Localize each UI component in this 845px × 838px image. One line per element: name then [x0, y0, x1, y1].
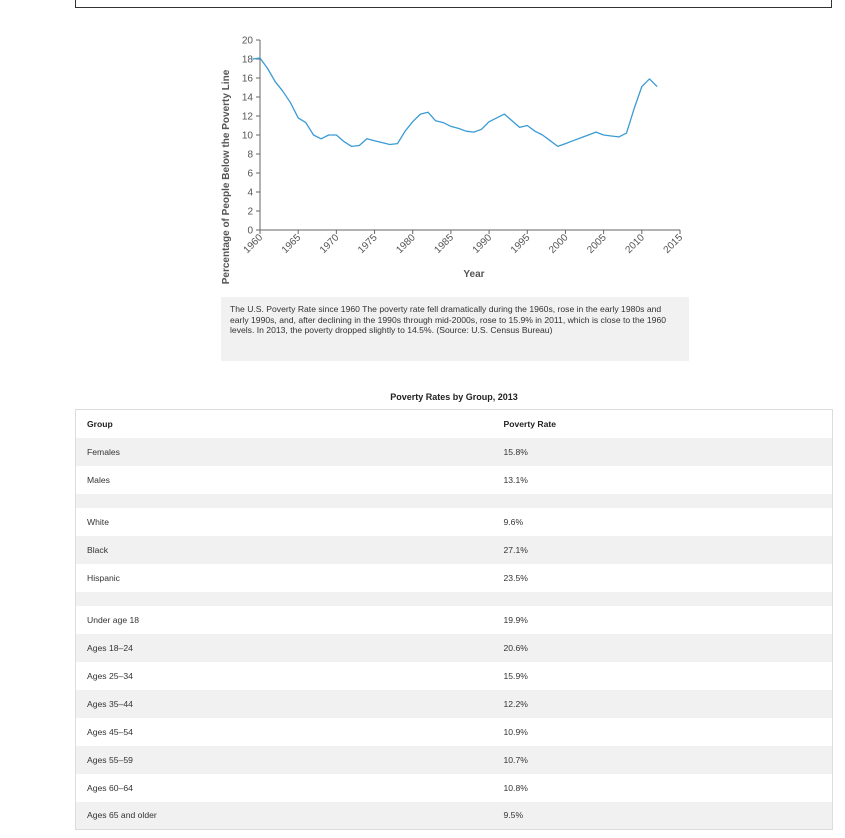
poverty-rate-cell: 9.6%: [503, 507, 833, 536]
group-cell: White: [75, 507, 504, 536]
group-cell: Hispanic: [75, 563, 504, 592]
y-tick-label: 20: [242, 36, 254, 47]
y-tick-label: 16: [242, 74, 254, 85]
group-cell: Ages 18–24: [75, 633, 504, 662]
poverty-rates-table: Group Poverty Rate Females 15.8% Males 13.1…: [75, 409, 833, 830]
table-row: Ages 25–34 15.9%: [75, 661, 833, 690]
x-tick-label: 2010: [623, 232, 647, 256]
poverty-rate-cell: 19.9%: [503, 605, 833, 634]
spacer-cell: [75, 591, 833, 606]
table-row: Under age 18 19.9%: [75, 605, 833, 634]
table-row: White 9.6%: [75, 507, 833, 536]
poverty-rate-cell: 9.5%: [503, 801, 833, 830]
x-tick-label: 2005: [585, 232, 609, 256]
table-row: Ages 45–54 10.9%: [75, 717, 833, 746]
group-cell: Ages 65 and older: [75, 801, 504, 830]
poverty-rate-cell: 15.9%: [503, 661, 833, 690]
table-row: Hispanic 23.5%: [75, 563, 833, 592]
poverty-rate-cell: 20.6%: [503, 633, 833, 662]
table-row: Ages 18–24 20.6%: [75, 633, 833, 662]
group-cell: Ages 35–44: [75, 689, 504, 718]
spacer-cell: [75, 493, 833, 508]
group-cell: Ages 25–34: [75, 661, 504, 690]
x-axis-label: Year: [463, 269, 484, 280]
table-row: Ages 65 and older 9.5%: [75, 801, 833, 830]
y-tick-label: 10: [242, 131, 254, 142]
poverty-rate-line-chart: 0 2 4 6 8 10 12 14 16 18 20 1960 1965 1970 1975 1980 198…: [221, 36, 686, 285]
poverty-rate-cell: 12.2%: [503, 689, 833, 718]
y-tick-label: 8: [247, 150, 253, 161]
x-tick-label: 1990: [471, 232, 495, 256]
y-tick-label: 6: [247, 169, 253, 180]
poverty-rate-cell: 13.1%: [503, 465, 833, 494]
x-tick-label: 1980: [394, 232, 418, 256]
x-tick-label: 2015: [662, 232, 686, 256]
x-tick-label: 1985: [433, 232, 457, 256]
y-axis-label: Percentage of People Below the Poverty L…: [221, 69, 232, 284]
top-frame-border: [75, 0, 832, 8]
group-cell: Under age 18: [75, 605, 504, 634]
y-tick-label: 2: [247, 207, 253, 218]
table-section-spacer: [75, 591, 833, 606]
header-poverty-rate: Poverty Rate: [503, 409, 833, 438]
poverty-rate-cell: 23.5%: [503, 563, 833, 592]
chart-caption: The U.S. Poverty Rate since 1960 The pov…: [221, 297, 689, 361]
x-tick-label: 1995: [509, 232, 533, 256]
x-tick-label: 1965: [280, 232, 304, 256]
poverty-rate-series-line: [252, 57, 658, 148]
poverty-rate-cell: 15.8%: [503, 437, 833, 466]
y-tick-label: 12: [242, 112, 254, 123]
table-section-spacer: [75, 493, 833, 508]
group-cell: Black: [75, 535, 504, 564]
group-cell: Females: [75, 437, 504, 466]
x-tick-label: 1975: [356, 232, 380, 256]
y-tick-label: 18: [242, 55, 254, 66]
poverty-rate-cell: 10.9%: [503, 717, 833, 746]
poverty-rate-cell: 10.7%: [503, 745, 833, 774]
table-title: Poverty Rates by Group, 2013: [390, 392, 518, 402]
y-tick-label: 4: [247, 188, 253, 199]
table-header-row: Group Poverty Rate: [75, 409, 833, 438]
x-tick-label: 1970: [318, 232, 342, 256]
table-row: Ages 35–44 12.2%: [75, 689, 833, 718]
group-cell: Ages 45–54: [75, 717, 504, 746]
poverty-rate-cell: 10.8%: [503, 773, 833, 802]
y-tick-label: 0: [247, 226, 253, 237]
group-cell: Ages 55–59: [75, 745, 504, 774]
y-tick-label: 14: [242, 93, 254, 104]
table-row: Females 15.8%: [75, 437, 833, 466]
table-row: Males 13.1%: [75, 465, 833, 494]
x-tick-label: 1960: [242, 232, 266, 256]
x-tick-label: 2000: [547, 232, 571, 256]
header-group: Group: [75, 409, 504, 438]
table-row: Ages 60–64 10.8%: [75, 773, 833, 802]
table-row: Ages 55–59 10.7%: [75, 745, 833, 774]
poverty-rate-cell: 27.1%: [503, 535, 833, 564]
table-row: Black 27.1%: [75, 535, 833, 564]
group-cell: Males: [75, 465, 504, 494]
group-cell: Ages 60–64: [75, 773, 504, 802]
